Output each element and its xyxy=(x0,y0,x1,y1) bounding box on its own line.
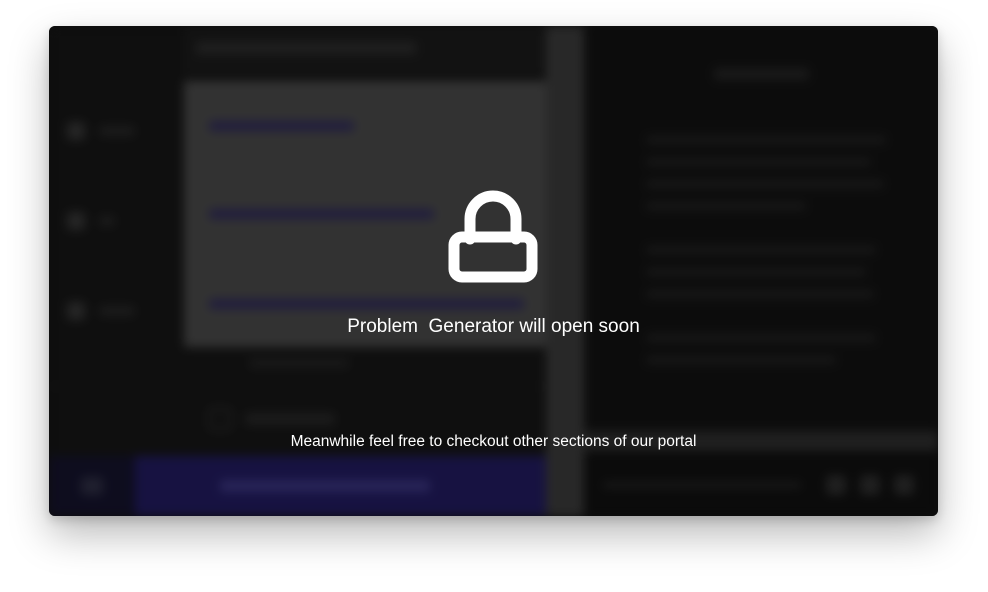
locked-message-title: Problem Generator will open soon xyxy=(347,316,640,337)
locked-message-subtitle: Meanwhile feel free to checkout other se… xyxy=(290,433,697,450)
lock-icon xyxy=(448,190,538,283)
locked-preview-card: Problem Generator will open soon Meanwhi… xyxy=(49,26,938,516)
